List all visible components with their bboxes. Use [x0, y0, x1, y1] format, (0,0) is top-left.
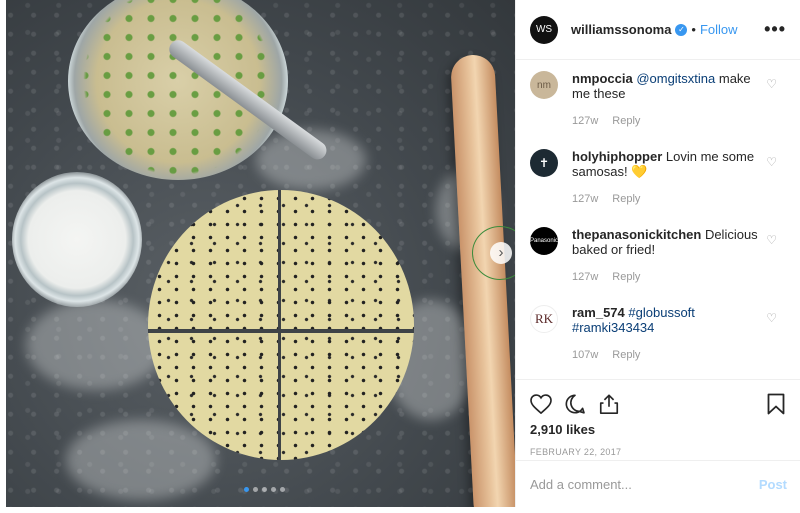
comments-list: nm nmpoccia @omgitsxtina make me these 1… [516, 61, 800, 379]
heart-emoji-icon: 💛 [631, 164, 648, 179]
verified-icon: ✓ [675, 23, 688, 36]
carousel-dot [253, 487, 258, 492]
reply-button[interactable]: Reply [612, 349, 640, 361]
comment-age[interactable]: 127w [572, 193, 598, 205]
follow-button[interactable]: Follow [700, 22, 738, 37]
avatar[interactable]: ✝ [530, 149, 558, 177]
avatar[interactable]: Panasonic [530, 227, 558, 255]
carousel-dot [262, 487, 267, 492]
carousel-dot [280, 487, 285, 492]
avatar[interactable]: RK [530, 305, 558, 333]
post-side-panel: WS williamssonoma ✓ • Follow ••• nm nmpo… [515, 0, 800, 507]
dough-round [148, 190, 414, 460]
likes-count[interactable]: 2,910 likes [528, 422, 789, 437]
like-icon[interactable] [528, 391, 554, 417]
bookmark-icon[interactable] [763, 391, 789, 417]
flour-dust [26, 300, 166, 390]
comment-age[interactable]: 127w [572, 271, 598, 283]
liquid-bowl [12, 172, 142, 307]
comment-mention[interactable]: @omgitsxtina [636, 71, 715, 86]
carousel-dots [244, 487, 285, 492]
dough-cut-horizontal [148, 329, 414, 333]
carousel-dot [271, 487, 276, 492]
avatar[interactable]: nm [530, 71, 558, 99]
post-date[interactable]: FEBRUARY 22, 2017 [528, 447, 789, 457]
comment-like-icon[interactable]: ♡ [766, 77, 777, 91]
comment-username[interactable]: holyhiphopper [572, 149, 662, 164]
more-options-icon[interactable]: ••• [764, 19, 786, 40]
carousel-dot [244, 487, 249, 492]
author-username[interactable]: williamssonoma [571, 22, 671, 37]
comment-icon[interactable] [562, 391, 588, 417]
comment-username[interactable]: thepanasonickitchen [572, 227, 701, 242]
comment-like-icon[interactable]: ♡ [766, 311, 777, 325]
comment-composer: Post [516, 460, 800, 507]
comment-input[interactable] [530, 476, 759, 492]
reply-button[interactable]: Reply [612, 115, 640, 127]
comment-age[interactable]: 107w [572, 349, 598, 361]
comment-text: nmpoccia @omgitsxtina make me these [572, 71, 772, 101]
post-header: WS williamssonoma ✓ • Follow ••• [516, 0, 800, 60]
avatar[interactable]: WS [530, 15, 558, 44]
reply-button[interactable]: Reply [612, 271, 640, 283]
comment-username[interactable]: ram_574 [572, 305, 625, 320]
post-button[interactable]: Post [759, 477, 787, 492]
list-item: nm nmpoccia @omgitsxtina make me these 1… [530, 71, 787, 149]
list-item: RK ram_574 #globussoft #ramki343434 107w… [530, 305, 787, 379]
separator: • [691, 22, 696, 37]
post-photo[interactable]: › [6, 0, 515, 507]
comment-username[interactable]: nmpoccia [572, 71, 633, 86]
flour-dust [66, 420, 216, 500]
comment-like-icon[interactable]: ♡ [766, 233, 777, 247]
dough-cut-vertical [278, 190, 281, 460]
share-icon[interactable] [596, 391, 622, 417]
post-actions: 2,910 likes FEBRUARY 22, 2017 [516, 379, 800, 460]
comment-text: thepanasonickitchen Delicious baked or f… [572, 227, 772, 257]
comment-age[interactable]: 127w [572, 115, 598, 127]
list-item: Panasonic thepanasonickitchen Delicious … [530, 227, 787, 305]
comment-like-icon[interactable]: ♡ [766, 155, 777, 169]
comment-text: holyhiphopper Lovin me some samosas! 💛 [572, 149, 772, 179]
reply-button[interactable]: Reply [612, 193, 640, 205]
list-item: ✝ holyhiphopper Lovin me some samosas! 💛… [530, 149, 787, 227]
next-arrow-icon[interactable]: › [490, 242, 512, 264]
comment-text: ram_574 #globussoft #ramki343434 [572, 305, 772, 335]
